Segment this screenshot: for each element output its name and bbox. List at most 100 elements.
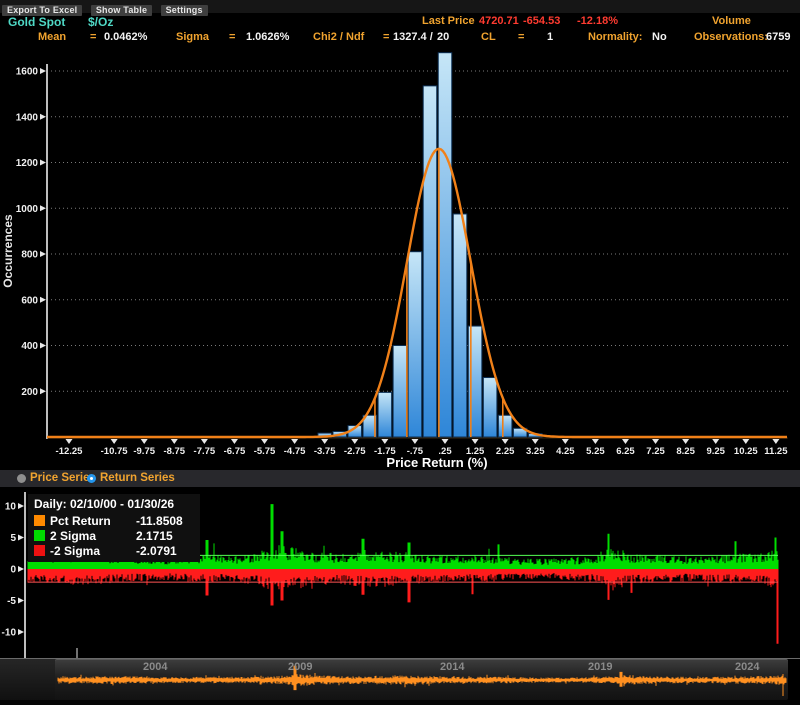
x-tick-label: 8.25 (676, 446, 695, 457)
x-tick-label: 11.25 (764, 446, 788, 457)
chart-legend: Daily: 02/10/00 - 01/30/26 Pct Return -1… (28, 494, 200, 562)
x-tick-label: -9.75 (133, 446, 155, 457)
y-tick-label: 10 (5, 502, 17, 513)
histogram-chart: 2004006008001000120014001600-12.25-10.75… (0, 46, 800, 470)
mean-value: 0.0462% (104, 31, 147, 43)
x-tick-label: -12.25 (56, 446, 84, 457)
y-tick-label: 1200 (16, 158, 39, 169)
y-tick-label: 400 (21, 341, 38, 352)
x-tick-label: -2.75 (344, 446, 366, 457)
x-tick-marker (411, 439, 418, 444)
histogram-bar (408, 252, 422, 437)
legend-item-pct-return: Pct Return -11.8508 (34, 513, 194, 528)
legend-item-neg-2sigma: -2 Sigma -2.0791 (34, 543, 194, 558)
nav-year-2024: 2024 (735, 661, 759, 673)
x-tick-label: 3.25 (526, 446, 545, 457)
x-tick-marker (712, 439, 719, 444)
legend-label: Pct Return (50, 514, 136, 528)
y-tick-marker (40, 205, 46, 211)
price-series-radio[interactable] (17, 474, 26, 483)
x-tick-marker (562, 439, 569, 444)
y-tick-marker (18, 535, 24, 541)
normality-label: Normality: (588, 31, 642, 43)
y-tick-label: 600 (21, 295, 38, 306)
sigma-value: 1.0626% (246, 31, 289, 43)
x-tick-marker (171, 439, 178, 444)
observations-value: 6759 (766, 31, 790, 43)
cl-label: CL (481, 31, 496, 43)
histogram-bar (483, 378, 497, 437)
price-change-pct: -12.18% (577, 15, 618, 27)
y-tick-label: 1000 (16, 204, 39, 215)
security-name: Gold Spot (8, 15, 65, 29)
legend-value: -11.8508 (136, 514, 183, 528)
x-tick-label: -6.75 (224, 446, 246, 457)
y-tick-label: 1600 (16, 67, 39, 78)
nav-year-2004: 2004 (143, 661, 167, 673)
y-tick-label: -10 (2, 628, 17, 639)
y-tick-marker (40, 343, 46, 349)
x-tick-marker (66, 439, 73, 444)
y-tick-label: 1400 (16, 112, 39, 123)
price-change: -654.53 (523, 15, 560, 27)
y-tick-marker (40, 160, 46, 166)
histogram-bar (438, 53, 452, 437)
x-tick-marker (622, 439, 629, 444)
bottom-gap (0, 700, 800, 705)
timeline-navigator[interactable]: 2004 2009 2014 2019 2024 (55, 659, 788, 700)
x-tick-label: -5.75 (254, 446, 276, 457)
legend-item-2sigma: 2 Sigma 2.1715 (34, 528, 194, 543)
navigator-left-cap (0, 659, 56, 701)
y-tick-marker (40, 114, 46, 120)
toolbar: Export To Excel Show Table Settings (0, 0, 800, 13)
histogram-bar (498, 415, 512, 437)
tab-price-series[interactable]: Price Series (30, 472, 96, 484)
mean-label: Mean (38, 31, 66, 43)
y-tick-marker (40, 251, 46, 257)
y-tick-marker (40, 68, 46, 74)
y-tick-marker (18, 629, 24, 635)
cl-eq: = (518, 31, 524, 43)
x-tick-marker (442, 439, 449, 444)
legend-value: -2.0791 (136, 544, 177, 558)
nav-year-2014: 2014 (440, 661, 464, 673)
x-tick-marker (742, 439, 749, 444)
nav-year-2019: 2019 (588, 661, 612, 673)
y-tick-marker (18, 598, 24, 604)
normality-value: No (652, 31, 667, 43)
x-axis-title: Price Return (%) (386, 455, 487, 470)
x-tick-marker (291, 439, 298, 444)
x-tick-label: -3.75 (314, 446, 336, 457)
sigma-eq: = (229, 31, 235, 43)
last-price-label: Last Price (422, 15, 475, 27)
header-row-1: Gold Spot $/Oz Last Price 4720.71 -654.5… (0, 14, 800, 30)
bloomberg-histogram-window: Export To Excel Show Table Settings Gold… (0, 0, 800, 705)
y-tick-label: 200 (21, 387, 38, 398)
x-tick-label: 2.25 (496, 446, 515, 457)
y-tick-marker (18, 503, 24, 509)
y-axis-title: Occurrences (1, 214, 15, 288)
x-tick-marker (772, 439, 779, 444)
x-tick-label: -7.75 (194, 446, 216, 457)
cl-value: 1 (547, 31, 553, 43)
x-tick-marker (682, 439, 689, 444)
y-tick-marker (40, 388, 46, 394)
y-tick-marker (40, 297, 46, 303)
x-tick-marker (592, 439, 599, 444)
x-tick-label: 4.25 (556, 446, 575, 457)
x-tick-label: -4.75 (284, 446, 306, 457)
legend-value: 2.1715 (136, 529, 173, 543)
legend-label: -2 Sigma (50, 544, 136, 558)
histogram-bar (378, 392, 392, 437)
return-series-radio[interactable] (87, 474, 96, 483)
x-tick-marker (111, 439, 118, 444)
x-tick-label: -8.75 (163, 446, 185, 457)
tab-return-series[interactable]: Return Series (100, 472, 175, 484)
x-tick-marker (381, 439, 388, 444)
histogram-bar (393, 346, 407, 438)
pct-return-swatch (34, 515, 45, 526)
x-tick-label: 9.25 (706, 446, 725, 457)
series-tabstrip: Price Series Return Series (0, 470, 800, 487)
x-tick-label: 6.25 (616, 446, 635, 457)
x-tick-marker (231, 439, 238, 444)
